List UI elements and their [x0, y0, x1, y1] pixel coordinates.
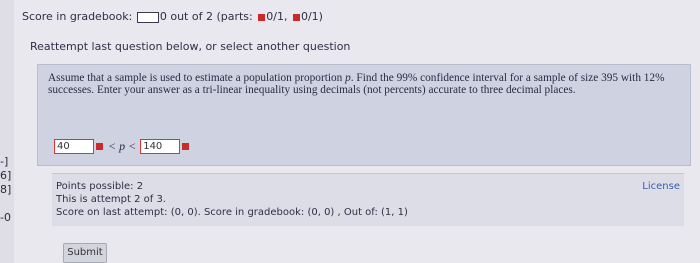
left-fragment: 6] [0, 169, 12, 182]
score-progress-box [136, 11, 159, 23]
upper-bound-input[interactable]: 140 [140, 138, 181, 154]
incorrect-marker-icon [96, 142, 103, 150]
part2-score: 0/1) [300, 10, 323, 23]
score-label: Score in gradebook: [22, 10, 133, 23]
left-fragment: -] [0, 155, 9, 168]
left-fragment: 8] [0, 183, 12, 196]
points-possible: Points possible: 2 [56, 181, 144, 192]
reattempt-message: Reattempt last question below, or select… [30, 40, 351, 53]
inequality-text: < p < [108, 138, 137, 153]
license-link[interactable]: License [642, 181, 680, 192]
lower-bound-input[interactable]: 40 [54, 138, 94, 154]
question-text-part: Assume that a sample is used to estimate… [48, 72, 346, 84]
parts-label: (parts: [216, 10, 253, 23]
answer-row: 40 < p < 140 [54, 138, 190, 154]
incorrect-marker-icon [258, 13, 266, 21]
info-panel: Points possible: 2 This is attempt 2 of … [52, 173, 684, 226]
question-panel: Assume that a sample is used to estimate… [37, 64, 691, 166]
part1-score: 0/1, [266, 10, 288, 23]
submit-button[interactable]: Submit [63, 243, 107, 263]
incorrect-marker-icon [292, 13, 300, 21]
left-fragment: -0 [0, 211, 11, 224]
score-line: Score in gradebook: 0 out of 2 (parts: 0… [22, 10, 323, 23]
attempt-count: This is attempt 2 of 3. [56, 194, 166, 205]
score-value: 0 out of 2 [159, 10, 213, 23]
question-text: Assume that a sample is used to estimate… [48, 72, 683, 96]
last-attempt-score: Score on last attempt: (0, 0). Score in … [56, 207, 408, 218]
incorrect-marker-icon [182, 142, 190, 150]
